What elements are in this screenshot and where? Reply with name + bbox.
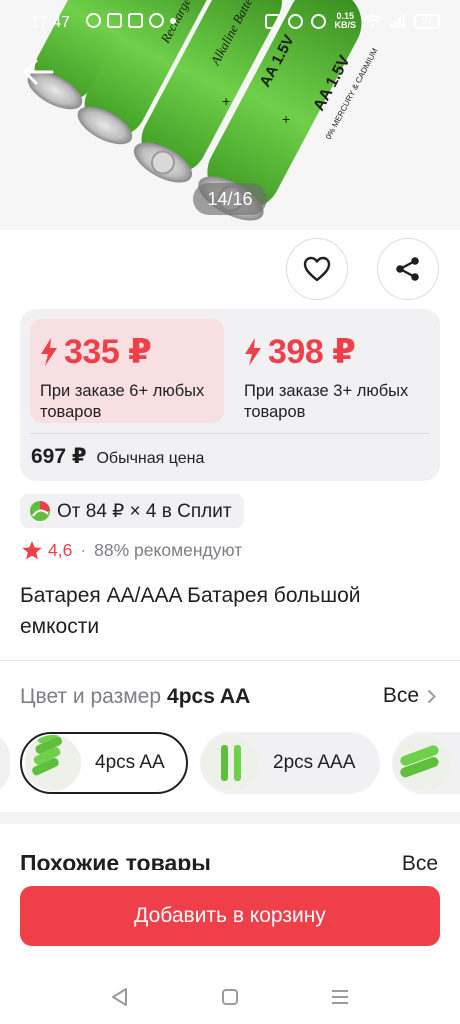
regular-price-label: Обычная цена (96, 450, 205, 467)
bluetooth-icon (288, 13, 304, 29)
tier-condition: При заказе 3+ любых товаров (244, 382, 409, 421)
rating-separator: · (80, 540, 87, 560)
divider (0, 660, 460, 661)
svg-text:+: + (222, 93, 230, 109)
regular-price: 697 ₽ Обычная цена (31, 444, 204, 469)
variants-see-all-link[interactable]: Все (383, 684, 436, 708)
rating-value: 4,6 (48, 540, 73, 560)
nav-back-icon[interactable] (108, 986, 132, 1008)
heart-icon (303, 256, 331, 282)
add-to-cart-button[interactable]: Добавить в корзину (20, 886, 440, 946)
more-dot-icon (170, 17, 176, 24)
status-bar: 17:47 0.15 KB/S 57 (0, 8, 460, 38)
nav-menu-icon[interactable] (328, 986, 352, 1008)
gps-icon (86, 13, 101, 28)
battery-indicator: 57 (414, 13, 440, 29)
svg-text:+: + (282, 111, 290, 127)
bottom-action-bar: Добавить в корзину (0, 870, 460, 970)
product-title: Батарея AA/AAA Батарея большой емкости (20, 584, 361, 638)
nfc-icon (265, 13, 281, 29)
regular-price-amount: 697 ₽ (31, 445, 87, 468)
variant-label: 2pcs AAA (273, 752, 356, 773)
rating-row[interactable]: 4,6 · 88% рекомендуют (22, 540, 242, 561)
system-nav-bar (0, 970, 460, 1024)
nav-home-icon[interactable] (218, 986, 242, 1008)
price-tier-6plus[interactable]: 335 ₽ При заказе 6+ любых товаров (30, 319, 224, 423)
network-speed: 0.15 KB/S (334, 11, 356, 30)
app-notification-icon (128, 13, 143, 28)
variant-thumbnail (203, 735, 259, 791)
product-gallery[interactable]: AA 1.5V AA 1.5V Rechargeable Alkaline Ba… (0, 0, 460, 230)
variants-carousel[interactable]: 4pcs AA 2pcs AAA (0, 732, 460, 796)
star-icon (22, 541, 42, 560)
share-button[interactable] (377, 238, 439, 300)
status-time: 17:47 (30, 14, 71, 31)
variant-chip-prev[interactable] (0, 732, 10, 794)
alarm-icon (311, 13, 327, 29)
section-separator (0, 812, 460, 824)
wifi-icon (364, 14, 382, 28)
lightning-icon (41, 338, 57, 366)
variant-thumbnail (25, 735, 81, 791)
lightning-icon (245, 338, 261, 366)
status-system-icons: 0.15 KB/S 57 (265, 12, 440, 30)
share-icon (396, 257, 419, 281)
variant-chip-2pcs-aaa[interactable]: 2pcs AAA (200, 732, 380, 794)
tier-price: 335 ₽ (64, 333, 152, 371)
variant-chip-next[interactable] (392, 732, 460, 794)
variant-label: 4pcs AA (95, 752, 165, 773)
tier-price: 398 ₽ (268, 333, 356, 371)
tier-condition: При заказе 6+ любых товаров (40, 382, 205, 421)
favorite-button[interactable] (286, 238, 348, 300)
signal-icon (390, 15, 405, 28)
divider (30, 433, 430, 434)
split-text: От 84 ₽ × 4 в Сплит (57, 500, 232, 522)
price-card: 335 ₽ При заказе 6+ любых товаров 398 ₽ … (20, 309, 440, 481)
variant-selected-value: 4pcs AA (167, 685, 251, 708)
variant-chip-4pcs-aa[interactable]: 4pcs AA (20, 732, 188, 794)
variant-thumbnail (395, 735, 451, 791)
app-notification-icon (107, 13, 122, 28)
back-arrow-icon[interactable] (22, 58, 54, 86)
price-tier-3plus[interactable]: 398 ₽ При заказе 3+ любых товаров (234, 319, 428, 423)
variant-label: Цвет и размер (20, 685, 162, 708)
image-counter: 14/16 (193, 183, 267, 215)
check-icon (149, 13, 164, 28)
status-notification-icons (86, 13, 176, 28)
chevron-right-icon (427, 689, 436, 703)
split-installment-badge[interactable]: От 84 ₽ × 4 в Сплит (20, 494, 244, 528)
recommend-percent: 88% рекомендуют (94, 540, 243, 560)
split-logo-icon (30, 501, 50, 521)
variant-header: Цвет и размер 4pcs AA Все (20, 682, 440, 712)
